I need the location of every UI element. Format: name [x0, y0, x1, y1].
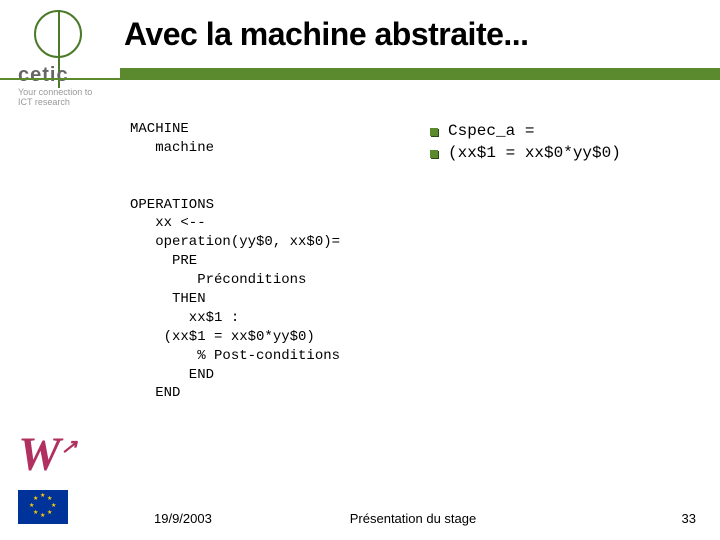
tagline-line1: Your connection to: [18, 87, 92, 97]
slide-title: Avec la machine abstraite...: [124, 16, 529, 53]
code-block: MACHINE machine OPERATIONS xx <-- operat…: [130, 120, 430, 403]
content-area: MACHINE machine OPERATIONS xx <-- operat…: [130, 120, 696, 484]
tagline-line2: ICT research: [18, 97, 70, 107]
rule-thin: [0, 78, 120, 80]
eu-flag-icon: ★ ★ ★ ★ ★ ★ ★ ★: [18, 490, 68, 524]
bullet-item: Cspec_a =: [430, 122, 621, 140]
bullet-text: (xx$1 = xx$0*yy$0): [448, 144, 621, 162]
bullet-icon: [430, 150, 438, 158]
eu-stars: ★ ★ ★ ★ ★ ★ ★ ★: [30, 494, 56, 520]
footer: 19/9/2003 Présentation du stage 33: [130, 502, 696, 526]
rule-bar: [120, 68, 720, 80]
logo-cetic: cetic Your connection to ICT research: [8, 8, 112, 100]
slide: cetic Your connection to ICT research W↗…: [0, 0, 720, 540]
sidebar: cetic Your connection to ICT research W↗…: [0, 0, 120, 540]
bullet-text: Cspec_a =: [448, 122, 534, 140]
logo-w-letter: W: [18, 428, 61, 481]
footer-page-number: 33: [682, 511, 696, 526]
bullet-icon: [430, 128, 438, 136]
logo-wallonia: W↗: [18, 427, 77, 482]
footer-center: Présentation du stage: [130, 511, 696, 526]
logo-w-arrow-icon: ↗: [61, 436, 78, 458]
brand-tagline: Your connection to ICT research: [18, 88, 92, 108]
title-rule: [0, 68, 720, 80]
bullet-item: (xx$1 = xx$0*yy$0): [430, 144, 621, 162]
bullet-list: Cspec_a = (xx$1 = xx$0*yy$0): [430, 122, 621, 166]
